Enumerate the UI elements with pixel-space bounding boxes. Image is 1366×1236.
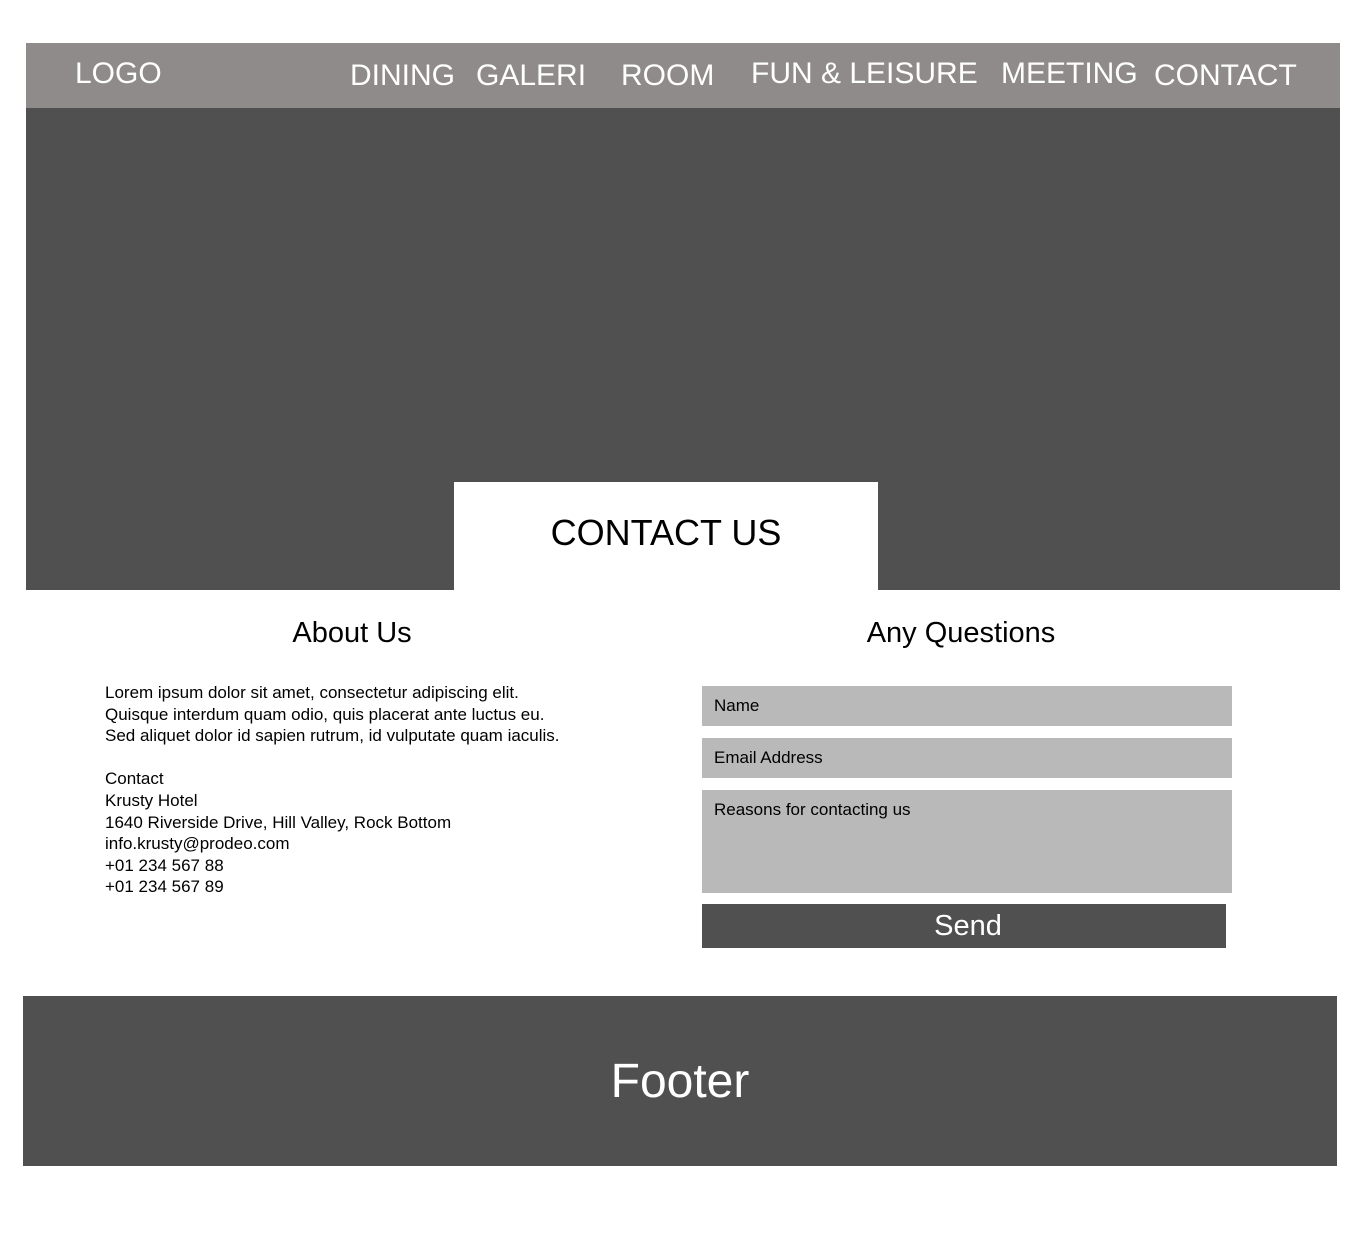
nav-item-galeri[interactable]: GALERI [476, 43, 586, 108]
footer-text: Footer [610, 1055, 750, 1108]
about-us-heading: About Us [292, 617, 412, 649]
nav-item-contact[interactable]: CONTACT [1154, 43, 1297, 108]
nav-item-dining[interactable]: DINING [350, 43, 455, 108]
contact-label: Contact [105, 769, 164, 788]
top-navbar: LOGO DINING GALERI ROOM FUN & LEISURE ME… [26, 43, 1340, 108]
hotel-phone-1: +01 234 567 88 [105, 856, 224, 875]
about-paragraph-line: Lorem ipsum dolor sit amet, consectetur … [105, 683, 519, 702]
about-paragraph-line: Sed aliquet dolor id sapien rutrum, id v… [105, 726, 560, 745]
hotel-email: info.krusty@prodeo.com [105, 834, 290, 853]
hotel-phone-2: +01 234 567 89 [105, 877, 224, 896]
page-title-box: CONTACT US [454, 482, 878, 590]
name-field[interactable]: Name [702, 686, 1232, 726]
any-questions-heading: Any Questions [866, 617, 1056, 649]
logo[interactable]: LOGO [75, 41, 162, 106]
send-button[interactable]: Send [702, 904, 1226, 948]
nav-item-meeting[interactable]: MEETING [1001, 41, 1138, 106]
nav-item-room[interactable]: ROOM [621, 43, 714, 108]
page-title: CONTACT US [550, 512, 782, 553]
reason-textarea-placeholder: Reasons for contacting us [714, 800, 911, 819]
about-paragraph-line: Quisque interdum quam odio, quis placera… [105, 705, 545, 724]
email-field-placeholder: Email Address [714, 748, 823, 767]
name-field-placeholder: Name [714, 696, 760, 715]
footer: Footer [23, 996, 1337, 1166]
hotel-address: 1640 Riverside Drive, Hill Valley, Rock … [105, 813, 452, 832]
hotel-name: Krusty Hotel [105, 791, 198, 810]
reason-textarea[interactable]: Reasons for contacting us [702, 790, 1232, 893]
email-field[interactable]: Email Address [702, 738, 1232, 778]
nav-item-fun-leisure[interactable]: FUN & LEISURE [751, 41, 978, 106]
